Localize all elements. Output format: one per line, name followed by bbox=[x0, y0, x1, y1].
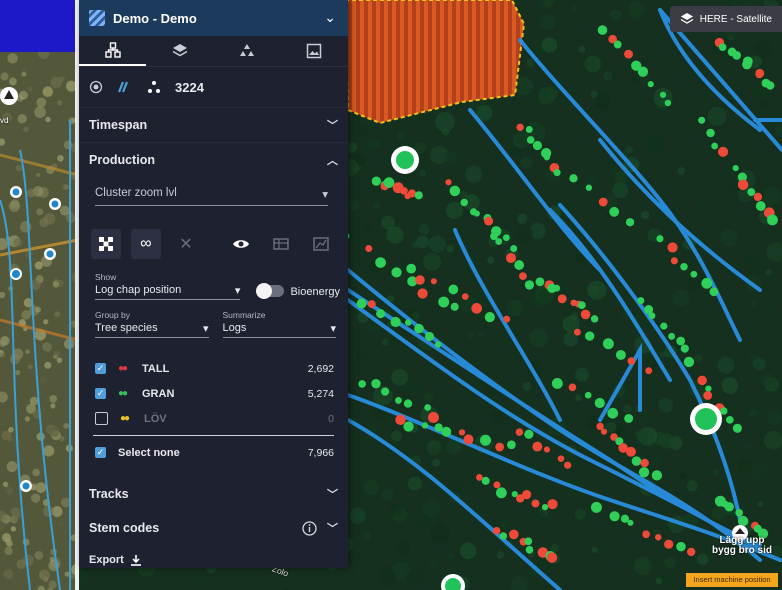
section-stem-codes[interactable]: Stem codes ﹀ bbox=[79, 511, 348, 545]
select-value: Tree species bbox=[95, 322, 158, 334]
checkbox[interactable]: ✓ bbox=[95, 447, 106, 458]
bioenergy-toggle[interactable] bbox=[256, 283, 285, 299]
species-value: 0 bbox=[328, 412, 334, 425]
summarize-select[interactable]: Logs ▾ bbox=[222, 320, 336, 338]
project-icon bbox=[89, 10, 105, 26]
map-annotation: Lägg upp bygg bro sid bbox=[712, 535, 772, 556]
secondary-map-view[interactable]: vd bbox=[0, 0, 78, 590]
section-timespan[interactable]: Timespan ﹀ bbox=[79, 107, 348, 142]
table-icon bbox=[273, 237, 289, 251]
left-map-label: vd bbox=[0, 116, 9, 125]
project-title: Demo - Demo bbox=[113, 10, 197, 26]
group-by-select[interactable]: Tree species ▾ bbox=[95, 320, 209, 338]
cluster-icon bbox=[239, 43, 255, 59]
eye-icon bbox=[232, 238, 250, 250]
section-tracks[interactable]: Tracks ﹀ bbox=[79, 477, 348, 511]
chart-button[interactable] bbox=[306, 229, 336, 259]
close-icon: ✕ bbox=[179, 236, 193, 253]
select-value: Logs bbox=[222, 322, 247, 334]
bioenergy-label: Bioenergy bbox=[290, 286, 340, 298]
list-item[interactable]: ●● LÖV 0 bbox=[79, 406, 348, 431]
dots-icon: ●● bbox=[118, 363, 128, 374]
caret-down-icon: ▾ bbox=[322, 189, 328, 201]
chevron-up-icon: ︿ bbox=[327, 155, 338, 167]
target-icon[interactable] bbox=[89, 80, 103, 94]
summarize-label: Summarize bbox=[222, 310, 266, 320]
tab-clusters[interactable] bbox=[214, 36, 281, 66]
select-none-label: Select none bbox=[118, 446, 180, 459]
export-button[interactable]: Export bbox=[79, 545, 348, 575]
chevron-down-icon: ﹀ bbox=[327, 489, 338, 501]
visibility-button[interactable] bbox=[226, 229, 256, 259]
show-row: Log chap position ▾ Bioenergy bbox=[95, 282, 340, 300]
basemap-selector[interactable]: HERE - Satellite bbox=[669, 6, 782, 32]
clear-button[interactable]: ✕ bbox=[171, 229, 201, 259]
section-label: Stem codes bbox=[89, 521, 160, 535]
insert-machine-position-button[interactable]: Insert machine position bbox=[686, 573, 778, 587]
caret-down-icon: ▾ bbox=[202, 323, 209, 335]
basemap-label: HERE - Satellite bbox=[699, 13, 772, 25]
species-value: 2,692 bbox=[307, 362, 334, 375]
machine-network-icon bbox=[104, 42, 121, 58]
species-label: TALL bbox=[142, 362, 170, 375]
tab-machines[interactable] bbox=[79, 36, 147, 66]
tab-images[interactable] bbox=[281, 36, 348, 66]
nodes-icon bbox=[98, 236, 114, 252]
layers-icon bbox=[172, 43, 188, 59]
section-label: Timespan bbox=[89, 118, 148, 132]
select-value: Log chap position bbox=[95, 284, 182, 296]
section-label: Production bbox=[89, 153, 155, 167]
dots-icon: ●● bbox=[120, 413, 130, 424]
species-list: ✓ ●● TALL 2,692 ✓ ●● GRAN 5,274 ●● LÖV 0… bbox=[79, 356, 348, 465]
cluster-zoom-select[interactable]: Cluster zoom lvl ▾ bbox=[95, 183, 328, 206]
link-button[interactable]: ∞ bbox=[131, 229, 161, 259]
chart-icon bbox=[313, 237, 329, 251]
mode-row: 3224 bbox=[79, 67, 348, 107]
list-item[interactable]: ✓ ●● TALL 2,692 bbox=[79, 356, 348, 381]
show-select[interactable]: Log chap position ▾ bbox=[95, 282, 241, 300]
checkbox[interactable]: ✓ bbox=[95, 388, 106, 399]
table-button[interactable] bbox=[266, 229, 296, 259]
panel-tabs bbox=[79, 36, 348, 67]
left-topbar bbox=[0, 0, 78, 52]
checkbox[interactable]: ✓ bbox=[95, 363, 106, 374]
group-summarize-row: Group by Tree species ▾ Summarize Logs ▾ bbox=[95, 310, 336, 338]
info-icon[interactable] bbox=[302, 520, 317, 536]
logs-mode-icon[interactable] bbox=[117, 80, 133, 94]
select-value: Cluster zoom lvl bbox=[95, 187, 177, 199]
species-label: LÖV bbox=[144, 412, 167, 425]
production-toolbar: ∞ ✕ bbox=[91, 228, 336, 260]
chevron-down-icon[interactable]: ⌄ bbox=[324, 9, 336, 26]
layers-icon bbox=[680, 12, 694, 26]
chevron-down-icon: ﹀ bbox=[327, 120, 338, 132]
caret-down-icon: ▾ bbox=[234, 285, 241, 297]
section-production[interactable]: Production ︿ bbox=[79, 142, 348, 177]
total-value: 7,966 bbox=[307, 446, 334, 459]
panel-header[interactable]: Demo - Demo ⌄ bbox=[79, 0, 348, 36]
chevron-down-icon: ﹀ bbox=[327, 523, 338, 535]
infinity-icon: ∞ bbox=[140, 235, 152, 252]
cluster-nodes-button[interactable] bbox=[91, 229, 121, 259]
section-label: Tracks bbox=[89, 487, 129, 501]
species-label: GRAN bbox=[142, 387, 175, 400]
group-by-label: Group by bbox=[95, 310, 130, 320]
list-item[interactable]: ✓ ●● GRAN 5,274 bbox=[79, 381, 348, 406]
checkbox[interactable] bbox=[95, 412, 108, 425]
download-icon bbox=[130, 554, 142, 566]
image-icon bbox=[306, 43, 322, 59]
select-none-row[interactable]: ✓ Select none 7,966 bbox=[79, 440, 348, 465]
dots-icon: ●● bbox=[118, 388, 128, 399]
production-panel: Demo - Demo ⌄ 3224 Timespan ﹀ Production… bbox=[79, 0, 348, 568]
scatter-icon bbox=[147, 80, 161, 94]
export-label: Export bbox=[89, 554, 124, 566]
show-label: Show bbox=[95, 272, 117, 282]
tab-layers[interactable] bbox=[146, 36, 213, 66]
point-count: 3224 bbox=[175, 79, 204, 95]
caret-down-icon: ▾ bbox=[330, 323, 336, 335]
divider bbox=[93, 435, 334, 436]
species-value: 5,274 bbox=[307, 387, 334, 400]
